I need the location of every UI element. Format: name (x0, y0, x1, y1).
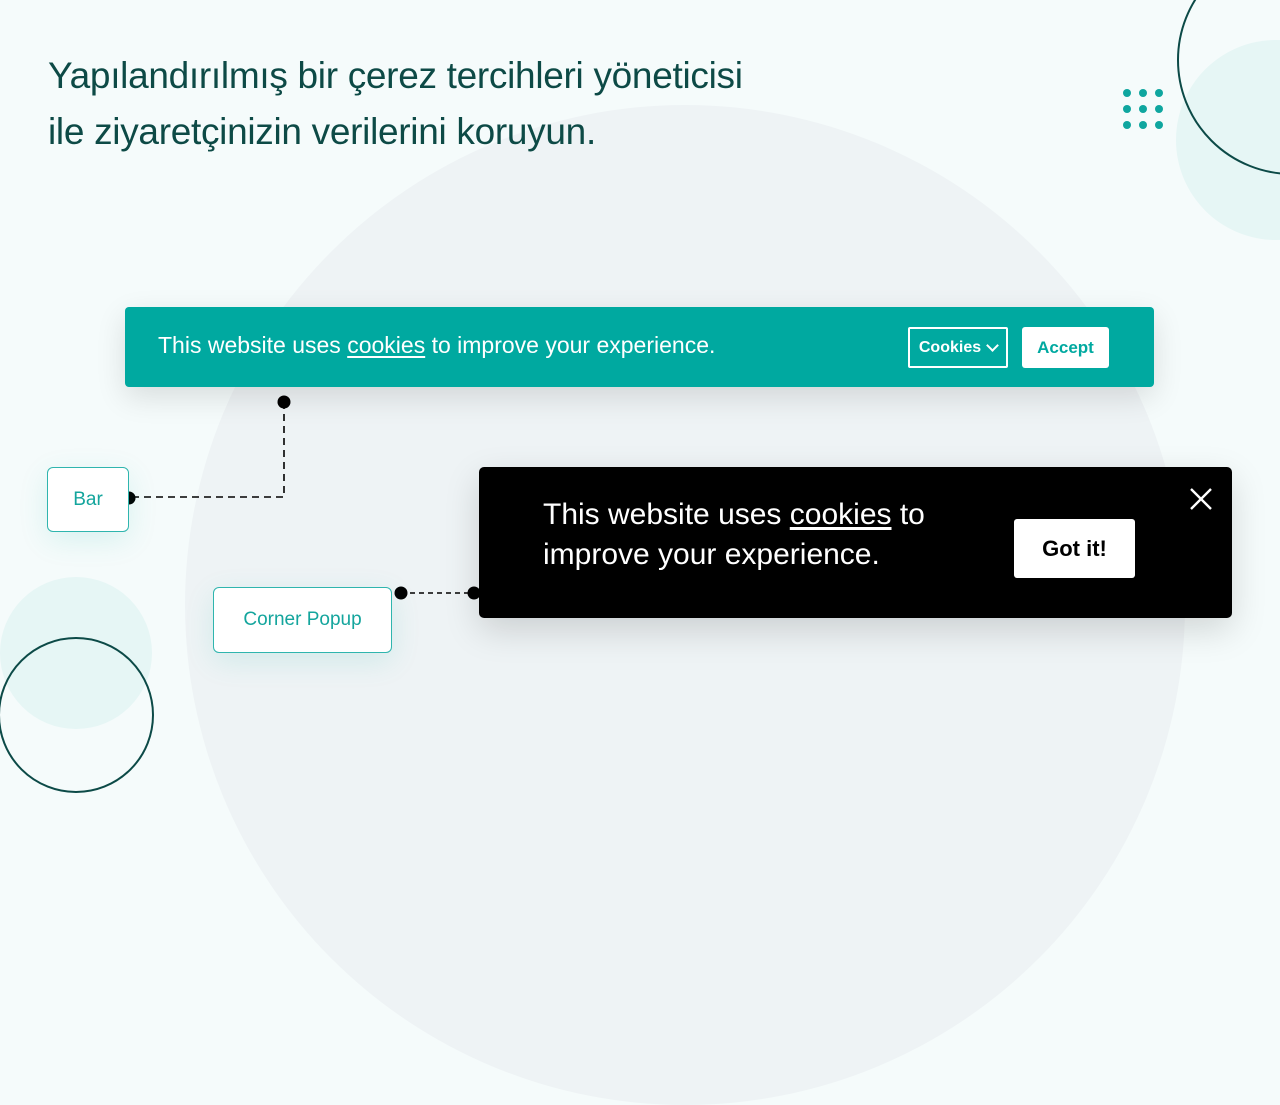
cookies-link[interactable]: cookies (790, 498, 892, 531)
headline-line-2: ile ziyaretçinizin verilerini koruyun. (48, 111, 596, 152)
headline-line-1: Yapılandırılmış bir çerez tercihleri yön… (48, 55, 743, 96)
bar-message: This website uses cookies to improve you… (158, 332, 716, 358)
close-icon[interactable] (1189, 487, 1213, 511)
corner-popup: This website uses cookies to improve you… (479, 467, 1232, 618)
cookies-dropdown-button[interactable]: Cookies (908, 327, 1008, 368)
cookie-bar-banner: This website uses cookies to improve you… (125, 307, 1154, 387)
cookies-link[interactable]: cookies (347, 332, 425, 358)
accept-button[interactable]: Accept (1022, 327, 1109, 368)
page-headline: Yapılandırılmış bir çerez tercihleri yön… (48, 48, 743, 160)
corner-popup-label: Corner Popup (213, 587, 392, 653)
dot-grid-decoration (1123, 89, 1163, 129)
bar-label: Bar (47, 467, 129, 532)
decorative-ring (0, 637, 154, 793)
got-it-button[interactable]: Got it! (1014, 519, 1135, 578)
popup-message: This website uses cookies to improve you… (543, 498, 925, 571)
chevron-down-icon (986, 339, 999, 352)
